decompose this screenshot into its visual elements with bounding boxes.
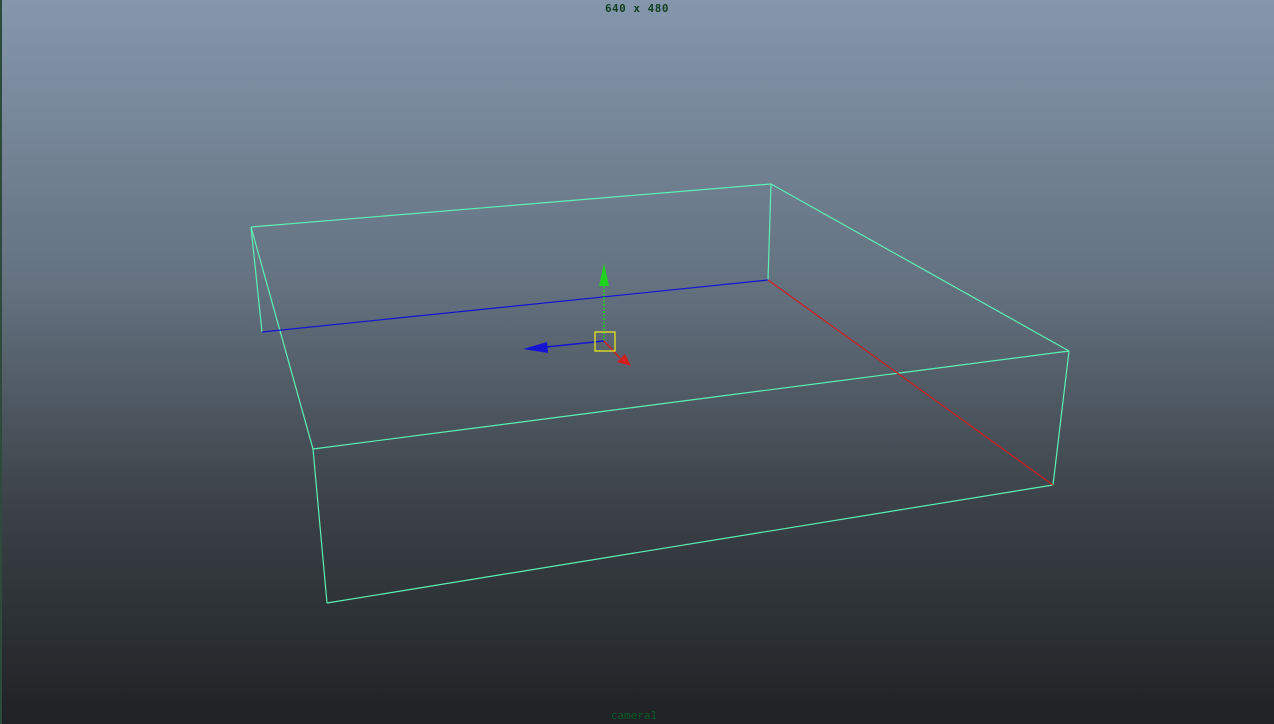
selected-box-wireframe[interactable]: [250, 183, 1070, 604]
y-arrow-icon[interactable]: [599, 263, 609, 286]
z-arrow-icon[interactable]: [523, 342, 548, 353]
box-edge-top-back: [250, 183, 772, 228]
box-edge-vertical-front-right: [1052, 350, 1070, 486]
box-edge-vertical-back-right: [767, 183, 772, 281]
world-z-axis-line: [261, 279, 769, 333]
x-arrow-icon[interactable]: [617, 354, 631, 366]
gizmo-z-handle[interactable]: [523, 340, 605, 353]
box-edge-top-front: [312, 350, 1070, 450]
3d-viewport[interactable]: 640 x 480 camera1: [0, 0, 1274, 724]
translate-gizmo-icon[interactable]: [523, 263, 631, 366]
box-edge-bottom-front: [326, 484, 1054, 604]
gizmo-x-handle[interactable]: [603, 340, 631, 366]
box-edge-vertical-back-left: [250, 226, 263, 333]
scene-canvas[interactable]: [0, 0, 1274, 724]
box-edge-top-right: [770, 183, 1070, 352]
world-x-axis-line: [767, 279, 1054, 486]
camera-name-label: camera1: [610, 709, 658, 722]
box-edge-top-left: [250, 226, 314, 450]
box-edge-vertical-front-left: [312, 448, 328, 604]
gizmo-y-handle[interactable]: [599, 263, 609, 341]
